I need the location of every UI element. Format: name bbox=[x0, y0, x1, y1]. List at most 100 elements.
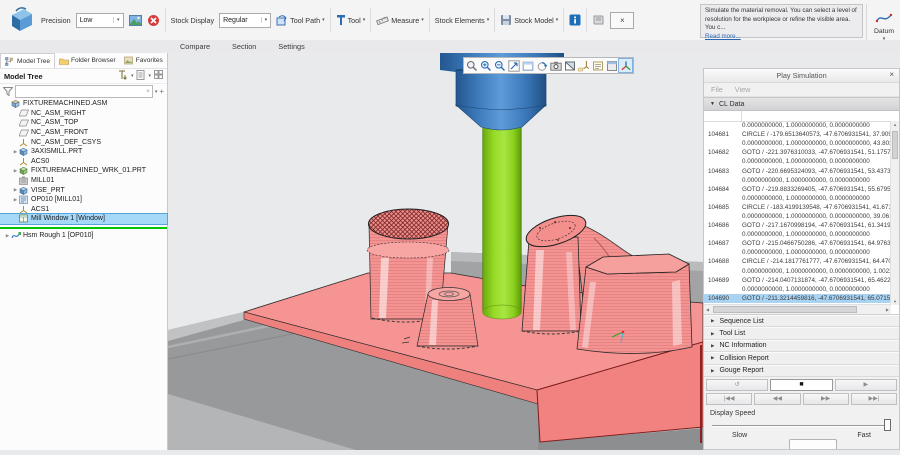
close-nc-check-button[interactable]: × bbox=[610, 12, 634, 29]
cl-row-continuation[interactable]: 0.0000000000, 1.0000000000, 0.0000000000 bbox=[704, 194, 891, 203]
section-tool-list[interactable]: ▶Tool List bbox=[704, 327, 899, 339]
navigator-tab-folder-browser[interactable]: Folder Browser bbox=[55, 54, 120, 68]
chevron-down-icon[interactable]: ▾ bbox=[261, 17, 268, 23]
ribbon-tab-compare[interactable]: Compare bbox=[180, 42, 210, 51]
add-filter-icon[interactable]: + bbox=[159, 87, 164, 96]
tool-path-button[interactable]: Tool Path▾ bbox=[276, 14, 324, 26]
tree-item-acs0[interactable]: ACS0 bbox=[0, 157, 167, 167]
tool-button[interactable]: Tool▾ bbox=[336, 14, 366, 26]
cl-row-continuation[interactable]: 0.0000000000, 1.0000000000, 0.0000000000 bbox=[704, 121, 891, 130]
tree-columns-icon[interactable] bbox=[136, 70, 145, 82]
read-more-link[interactable]: Read more... bbox=[705, 33, 741, 40]
tree-item-nc-asm-def-csys[interactable]: NC_ASM_DEF_CSYS bbox=[0, 137, 167, 147]
cl-row-continuation[interactable]: 0.0000000000, 1.0000000000, 0.0000000000… bbox=[704, 267, 891, 276]
stock-elements-button[interactable]: Stock Elements▾ bbox=[435, 16, 489, 25]
cl-row-continuation[interactable]: 0.0000000000, 1.0000000000, 0.0000000000… bbox=[704, 139, 891, 148]
saved-views-icon[interactable] bbox=[521, 59, 534, 72]
scroll-down-icon[interactable]: ▼ bbox=[891, 299, 899, 304]
tree-item-3axismill-prt[interactable]: ▶3AXISMILL.PRT bbox=[0, 147, 167, 157]
tree-search-input[interactable]: × bbox=[15, 85, 153, 98]
expander-icon[interactable]: ▶ bbox=[12, 168, 19, 174]
datum-display-icon[interactable] bbox=[577, 59, 590, 72]
play-simulation-titlebar[interactable]: Play Simulation × bbox=[704, 69, 899, 83]
cl-data-rows[interactable]: 0.0000000000, 1.0000000000, 0.0000000000… bbox=[704, 121, 891, 305]
measure-button[interactable]: Measure▾ bbox=[376, 14, 423, 26]
rewind-button[interactable]: ◀◀ bbox=[754, 393, 800, 405]
cl-row-104682[interactable]: 104682GOTO / -221.3976310033, -47.670693… bbox=[704, 148, 891, 157]
cl-row-continuation[interactable]: 0.0000000000, 1.0000000000, 0.0000000000 bbox=[704, 230, 891, 239]
chevron-down-icon[interactable]: ▾ bbox=[155, 89, 158, 95]
scroll-up-icon[interactable]: ▲ bbox=[891, 122, 899, 127]
cl-row-104689[interactable]: 104689GOTO / -214.0407131874, -47.670693… bbox=[704, 276, 891, 285]
cl-row-continuation[interactable]: 0.0000000000, 1.0000000000, 0.0000000000 bbox=[704, 285, 891, 294]
expander-icon[interactable]: ▶ bbox=[12, 149, 19, 155]
capture-icon[interactable] bbox=[549, 59, 562, 72]
view-manager-icon[interactable] bbox=[605, 59, 618, 72]
stock-display-select[interactable]: Regular▾ bbox=[219, 13, 271, 28]
menu-view[interactable]: View bbox=[735, 85, 751, 94]
section-sequence-list[interactable]: ▶Sequence List bbox=[704, 315, 899, 327]
filter-funnel-icon[interactable] bbox=[3, 83, 13, 101]
tree-item-fixturemachined-asm[interactable]: FIXTUREMACHINED.ASM bbox=[0, 99, 167, 109]
tree-item-nc-asm-right[interactable]: NC_ASM_RIGHT bbox=[0, 109, 167, 119]
scrollbar-thumb[interactable] bbox=[892, 131, 898, 159]
cl-row-continuation[interactable]: 0.0000000000, 1.0000000000, 0.0000000000… bbox=[704, 212, 891, 221]
partial-close-button[interactable] bbox=[789, 439, 837, 449]
close-icon[interactable]: × bbox=[889, 70, 894, 79]
cl-data-section-header[interactable]: ▼ CL Data bbox=[704, 97, 899, 111]
tree-item-nc-asm-top[interactable]: NC_ASM_TOP bbox=[0, 118, 167, 128]
help-book-icon[interactable] bbox=[592, 14, 605, 26]
zoom-in-icon[interactable] bbox=[479, 59, 492, 72]
skip-to-end-button[interactable]: ▶▶| bbox=[851, 393, 897, 405]
navigator-tab-favorites[interactable]: Favorites bbox=[120, 54, 167, 68]
scroll-right-icon[interactable]: ▶ bbox=[886, 307, 889, 312]
zoom-out-icon[interactable] bbox=[493, 59, 506, 72]
tree-item-nc-asm-front[interactable]: NC_ASM_FRONT bbox=[0, 128, 167, 138]
tree-item-op010-mill01-[interactable]: ▶OP010 [MILL01] bbox=[0, 195, 167, 205]
clear-icon[interactable]: × bbox=[146, 89, 150, 95]
skip-to-start-button[interactable]: |◀◀ bbox=[706, 393, 752, 405]
cl-row-104684[interactable]: 104684GOTO / -219.8833269405, -47.670693… bbox=[704, 185, 891, 194]
cl-row-104685[interactable]: 104685CIRCLE / -183.4199139548, -47.6706… bbox=[704, 203, 891, 212]
slider-handle[interactable] bbox=[884, 419, 891, 431]
expander-icon[interactable]: ▶ bbox=[12, 187, 19, 193]
tree-item-hsm-rough-1-op010-[interactable]: ▶Hsm Rough 1 [OP010] bbox=[0, 231, 167, 241]
menu-file[interactable]: File bbox=[711, 85, 723, 94]
scrollbar-thumb[interactable] bbox=[713, 306, 857, 313]
cl-row-104688[interactable]: 104688CIRCLE / -214.1817761777, -47.6706… bbox=[704, 257, 891, 266]
ribbon-tab-settings[interactable]: Settings bbox=[278, 42, 304, 51]
display-speed-slider[interactable] bbox=[710, 418, 893, 432]
zoom-region-icon[interactable] bbox=[465, 59, 478, 72]
display-style-icon[interactable] bbox=[563, 59, 576, 72]
section-gouge-report[interactable]: ▶Gouge Report bbox=[704, 365, 899, 377]
reorient-icon[interactable] bbox=[535, 59, 548, 72]
chevron-down-icon[interactable]: ▾ bbox=[131, 73, 134, 79]
tree-item-mill01[interactable]: MILL01 bbox=[0, 176, 167, 186]
info-icon[interactable] bbox=[569, 14, 581, 26]
tree-item-vise-prt[interactable]: ▶VISE_PRT bbox=[0, 185, 167, 195]
cl-row-104686[interactable]: 104686GOTO / -217.1670998194, -47.670693… bbox=[704, 221, 891, 230]
cl-row-104683[interactable]: 104683GOTO / -220.6695324093, -47.670693… bbox=[704, 166, 891, 175]
section-collision-report[interactable]: ▶Collision Report bbox=[704, 352, 899, 364]
precision-select[interactable]: Low▾ bbox=[76, 13, 124, 28]
expander-icon[interactable]: ▶ bbox=[12, 197, 19, 203]
play-button[interactable]: ▶ bbox=[835, 379, 897, 391]
snapshot-image-icon[interactable] bbox=[129, 14, 142, 27]
tree-settings-icon[interactable] bbox=[154, 70, 163, 82]
tree-item-fixturemachined-wrk-01-prt[interactable]: ▶FIXTUREMACHINED_WRK_01.PRT bbox=[0, 166, 167, 176]
refit-icon[interactable] bbox=[507, 59, 520, 72]
stock-model-button[interactable]: Stock Model▾ bbox=[500, 14, 558, 26]
vertical-scrollbar[interactable]: ▲ ▼ bbox=[890, 121, 899, 305]
cl-row-104687[interactable]: 104687GOTO / -215.0466750286, -47.670693… bbox=[704, 239, 891, 248]
chevron-down-icon[interactable]: ▾ bbox=[113, 17, 120, 23]
expander-icon[interactable]: ▶ bbox=[4, 233, 11, 239]
tree-item-mill-window-1-window-[interactable]: Mill Window 1 [Window] bbox=[0, 214, 167, 224]
stop-simulation-icon[interactable] bbox=[147, 14, 160, 27]
stop-button[interactable]: ■ bbox=[770, 379, 832, 391]
horizontal-scrollbar[interactable]: ◀ ▶ bbox=[704, 304, 891, 314]
tree-filters-icon[interactable] bbox=[118, 70, 128, 82]
annotation-icon[interactable] bbox=[591, 59, 604, 72]
fast-forward-button[interactable]: ▶▶ bbox=[803, 393, 849, 405]
chevron-down-icon[interactable]: ▾ bbox=[148, 73, 151, 79]
navigator-tab-model-tree[interactable]: Model Tree bbox=[0, 53, 55, 68]
